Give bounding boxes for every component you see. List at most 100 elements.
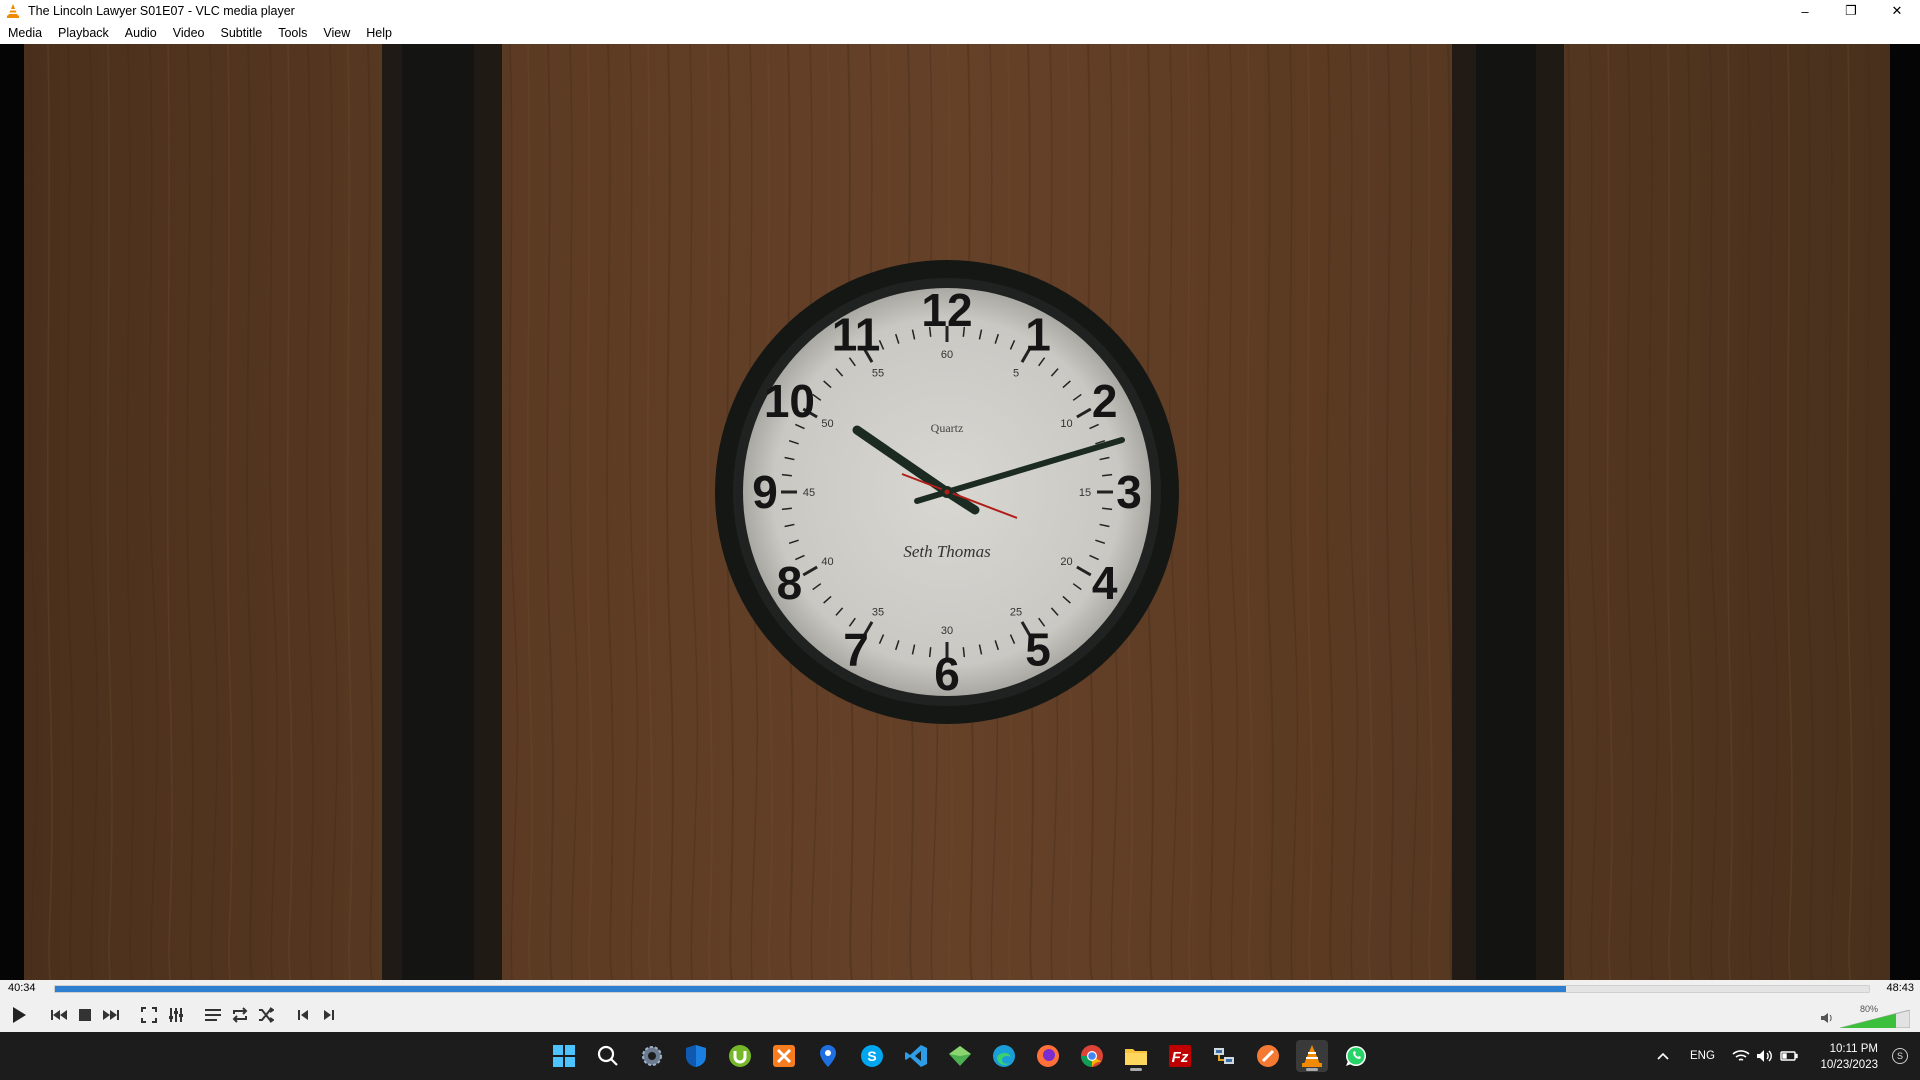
menu-media[interactable]: Media [0,22,50,44]
taskbar-vscode[interactable] [900,1040,932,1072]
maps-icon [820,1045,836,1067]
menu-bar: Media Playback Audio Video Subtitle Tool… [0,22,1920,44]
menu-subtitle[interactable]: Subtitle [213,22,271,44]
wifi-status[interactable] [1732,1032,1750,1080]
restore-button[interactable]: ❐ [1828,0,1874,22]
whatsapp-icon [1346,1046,1366,1066]
elapsed-time: 40:34 [8,982,36,994]
speaker-icon [1757,1050,1772,1062]
windows-start-button[interactable] [548,1040,580,1072]
frame-back-button[interactable] [291,1003,315,1027]
shuffle-icon [259,1007,274,1023]
language-indicator[interactable]: ENG [1690,1032,1715,1080]
minimize-button[interactable]: – [1782,0,1828,22]
chevron-up-icon [1657,1052,1669,1060]
taskbar-firefox[interactable] [1032,1040,1064,1072]
taskbar-utorrent[interactable] [724,1040,756,1072]
filezilla-icon: Fz [1169,1045,1191,1067]
tray-overflow[interactable] [1656,1032,1670,1080]
close-button[interactable]: ✕ [1874,0,1920,22]
svg-text:S: S [867,1048,876,1064]
menu-audio[interactable]: Audio [117,22,165,44]
taskbar-file-explorer[interactable] [1120,1040,1152,1072]
clock-minute-label: 60 [941,349,953,361]
clock-tick [781,473,792,477]
volume-slider[interactable] [1840,1010,1910,1028]
clock-date: 10/23/2023 [1820,1059,1878,1071]
firefox-icon [1037,1045,1059,1067]
total-time[interactable]: 48:43 [1886,982,1914,994]
clock-tick [1102,507,1113,511]
loop-button[interactable] [228,1003,252,1027]
clock-minute-label: 25 [1010,607,1022,619]
seek-slider[interactable] [54,985,1870,993]
video-scene: 12 1234567891011 60510152025303540455055 … [0,44,1920,980]
play-icon [13,1007,26,1023]
search-button[interactable] [592,1040,624,1072]
video-frame[interactable]: 12 1 2 3 4 5 6 7 8 9 10 11 60 5 10 15 20 25 30 35 40 45 50 55 … [0,44,1920,980]
taskbar-vlc[interactable] [1296,1040,1328,1072]
frame-next-button[interactable] [317,1003,341,1027]
taskbar-maps[interactable] [812,1040,844,1072]
windows-start-icon [553,1045,575,1067]
extended-settings-icon [169,1008,183,1022]
fullscreen-icon [141,1007,157,1023]
extended-settings-button[interactable] [164,1003,188,1027]
settings-icon [642,1046,662,1066]
wall-clock: 12 1234567891011 60510152025303540455055 … [715,260,1179,724]
taskbar-xampp[interactable] [768,1040,800,1072]
taskbar-chrome[interactable] [1076,1040,1108,1072]
clock-hour-numeral: 3 [1116,466,1142,518]
next-button[interactable] [99,1003,123,1027]
menu-help[interactable]: Help [358,22,400,44]
clock-minute-label: 30 [941,625,953,637]
volume-control[interactable]: 80% [1820,1004,1910,1028]
clock-hour-numeral: 1 [1025,308,1051,360]
taskbar-skype[interactable]: S [856,1040,888,1072]
volume-status[interactable] [1756,1032,1774,1080]
clock-hour-numeral: 9 [752,466,778,518]
control-bar: 80% [0,998,1920,1032]
menu-view[interactable]: View [315,22,358,44]
clock-minute-label: 45 [803,487,815,499]
menu-video[interactable]: Video [165,22,213,44]
taskbar-filezilla[interactable]: Fz [1164,1040,1196,1072]
taskbar-edge[interactable] [988,1040,1020,1072]
taskbar-gem[interactable] [944,1040,976,1072]
previous-button[interactable] [47,1003,71,1027]
taskbar-clock[interactable]: 10:11 PM 10/23/2023 [1820,1041,1878,1073]
xampp-icon [773,1045,795,1067]
clock-minute-label: 55 [872,367,884,379]
notification-button[interactable]: S [1892,1048,1908,1064]
clock-minute-label: 10 [1060,418,1072,430]
playlist-button[interactable] [201,1003,225,1027]
file-explorer-icon [1125,1049,1147,1065]
clock-minute-label: 40 [821,556,833,568]
menu-playback[interactable]: Playback [50,22,117,44]
notification-icon: S [1896,1051,1903,1061]
menu-tools[interactable]: Tools [270,22,315,44]
defender-icon [686,1045,706,1067]
clock-minute-label: 20 [1060,556,1072,568]
edge-icon [993,1045,1015,1067]
taskbar-defender[interactable] [680,1040,712,1072]
play-button[interactable] [6,1002,32,1028]
taskbar-network[interactable] [1208,1040,1240,1072]
chrome-icon [1081,1045,1103,1067]
taskbar-sublime[interactable] [1252,1040,1284,1072]
battery-status[interactable] [1780,1032,1798,1080]
taskbar-whatsapp[interactable] [1340,1040,1372,1072]
clock-hour-numeral: 4 [1092,557,1118,609]
clock-tick [781,507,792,511]
svg-text:Seth Thomas: Seth Thomas [903,542,991,561]
taskbar-settings[interactable] [636,1040,668,1072]
search-icon [597,1045,618,1066]
shuffle-button[interactable] [254,1003,278,1027]
gem-icon [949,1046,971,1066]
frame-next-icon [324,1010,334,1020]
speaker-icon [1821,1013,1832,1023]
wifi-icon [1732,1050,1750,1061]
stop-button[interactable] [73,1003,97,1027]
fullscreen-button[interactable] [137,1003,161,1027]
battery-icon [1780,1051,1798,1061]
